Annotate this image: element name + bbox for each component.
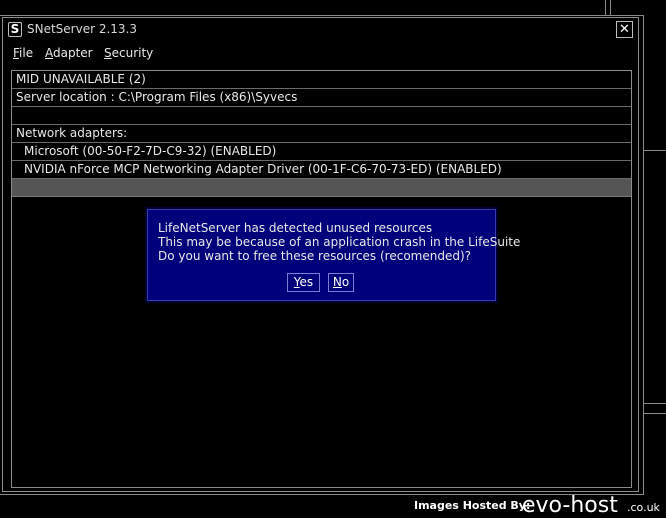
menu-security-label: ecurity <box>111 46 154 60</box>
menu-bar: File Adapter Security <box>3 44 638 64</box>
yes-label: es <box>299 275 314 289</box>
close-button[interactable]: ✕ <box>616 21 633 38</box>
menu-file[interactable]: File <box>13 46 33 60</box>
no-accel: N <box>332 275 342 289</box>
app-logo-icon: S <box>8 22 22 37</box>
list-item-text: Network adapters: <box>16 126 128 140</box>
list-item-text: MID UNAVAILABLE (2) <box>16 72 146 86</box>
list-item-text: Server location : C:\Program Files (x86)… <box>16 90 298 104</box>
no-button[interactable]: No <box>328 273 354 292</box>
menu-security[interactable]: Security <box>104 46 153 60</box>
window-title: SNetServer 2.13.3 <box>27 22 138 36</box>
menu-security-accel: S <box>104 46 112 60</box>
evo-host-logo: evo-host <box>522 493 618 518</box>
close-icon: ✕ <box>619 22 630 37</box>
list-item-server-location[interactable]: Server location : C:\Program Files (x86)… <box>12 89 631 107</box>
dialog-message-line-2: This may be because of an application cr… <box>158 235 521 249</box>
list-item-adapter-nvidia[interactable]: NVIDIA nForce MCP Networking Adapter Dri… <box>12 161 631 179</box>
no-label: o <box>341 275 350 289</box>
title-bar[interactable]: S SNetServer 2.13.3 ✕ <box>3 18 638 42</box>
list-item-mid[interactable]: MID UNAVAILABLE (2) <box>12 71 631 89</box>
yes-button[interactable]: Yes <box>287 273 320 292</box>
list-item-blank[interactable] <box>12 107 631 125</box>
menu-file-label: ile <box>19 46 34 60</box>
list-item-text: Microsoft (00-50-F2-7D-C9-32) (ENABLED) <box>24 144 277 158</box>
list-item-adapter-microsoft[interactable]: Microsoft (00-50-F2-7D-C9-32) (ENABLED) <box>12 143 631 161</box>
free-resources-dialog: LifeNetServer has detected unused resour… <box>147 209 520 301</box>
list-item-network-adapters-header[interactable]: Network adapters: <box>12 125 631 143</box>
dialog-message-line-3: Do you want to free these resources (rec… <box>158 249 472 263</box>
dialog-message-line-1: LifeNetServer has detected unused resour… <box>158 221 433 235</box>
menu-adapter[interactable]: Adapter <box>45 46 93 60</box>
menu-adapter-accel: A <box>45 46 53 60</box>
evo-host-tld: .co.uk <box>627 501 660 514</box>
list-item-selected[interactable] <box>12 179 631 197</box>
list-item-text: NVIDIA nForce MCP Networking Adapter Dri… <box>24 162 502 176</box>
menu-adapter-label: dapter <box>53 46 93 60</box>
hosted-by-label: Images Hosted By: <box>414 499 531 512</box>
